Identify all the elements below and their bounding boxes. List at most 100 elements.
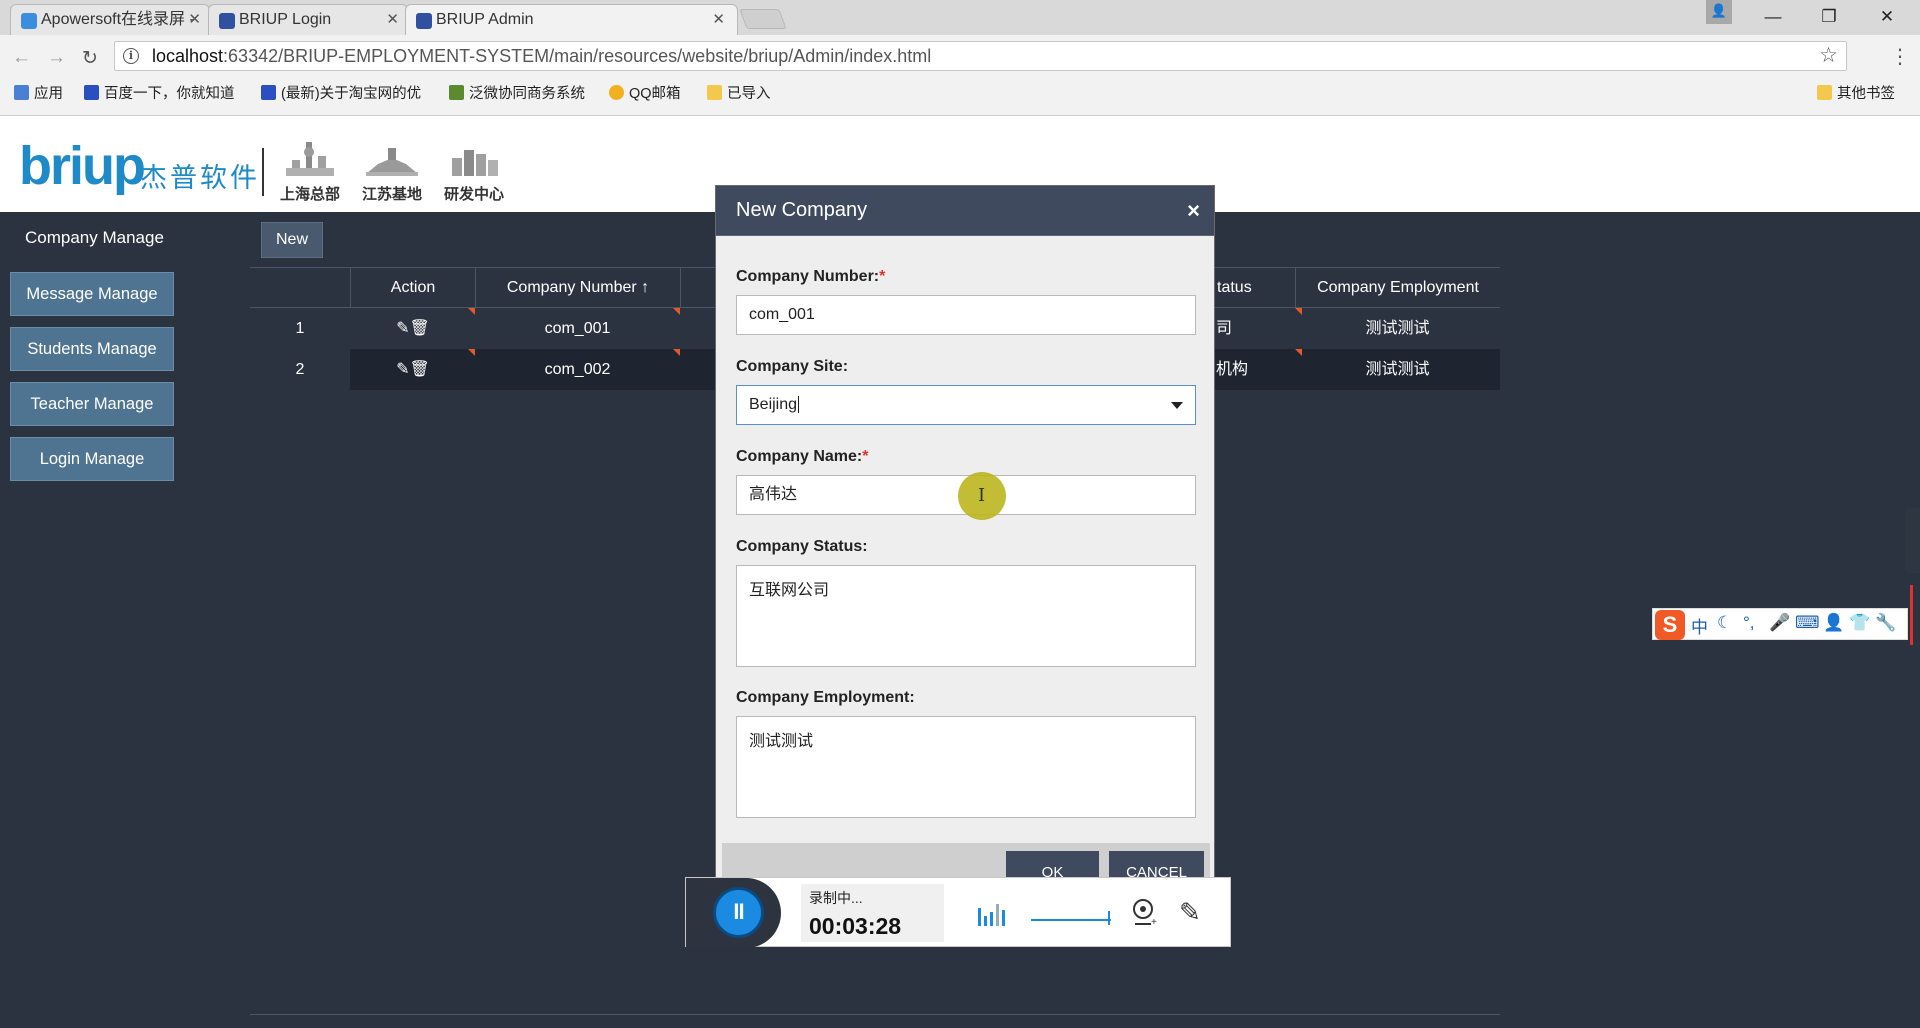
company-name-label: Company Name:*	[736, 448, 869, 465]
branch-shanghai: 上海总部	[272, 138, 348, 208]
row-company-status: 司	[1216, 320, 1233, 337]
edit-icon[interactable]: ✎	[396, 320, 409, 337]
browser-tab-apowersoft[interactable]: Apowersoft在线录屏 - ✕	[10, 4, 210, 35]
reload-icon[interactable]: ↻	[82, 47, 98, 70]
close-window-button[interactable]: ✕	[1864, 0, 1910, 34]
column-company-employment[interactable]: Company Employment	[1295, 268, 1500, 308]
address-bar[interactable]: i localhost:63342/BRIUP-EMPLOYMENT-SYSTE…	[114, 41, 1847, 71]
recorder-control-area: II	[686, 878, 781, 948]
briup-favicon-icon	[416, 13, 432, 29]
text-cursor-icon: I	[978, 485, 986, 506]
info-icon[interactable]: i	[123, 48, 139, 64]
branch-research: 研发中心	[436, 138, 512, 208]
row-company-number: com_001	[544, 320, 611, 337]
company-site-select[interactable]: Beijing	[736, 385, 1196, 425]
svg-text:+: +	[1151, 917, 1157, 927]
bookmark-qqmail[interactable]: QQ邮箱	[609, 82, 681, 103]
sidebar-item-message[interactable]: Message Manage	[10, 272, 174, 316]
logo-chinese-text: 杰普软件	[140, 163, 260, 193]
trash-icon[interactable]: 🗑	[410, 320, 430, 337]
microphone-icon[interactable]: 🎤	[1769, 613, 1790, 633]
tab-close-icon[interactable]: ✕	[188, 5, 201, 35]
recording-status: 录制中...	[809, 890, 863, 906]
user-profile-icon[interactable]: 👤	[1706, 0, 1732, 24]
back-arrow-icon[interactable]: ←	[12, 47, 31, 69]
webcam-icon[interactable]: +	[1129, 897, 1159, 927]
chevron-down-icon[interactable]	[1171, 402, 1183, 409]
punctuation-icon[interactable]: °,	[1743, 613, 1755, 633]
row-company-employment: 测试测试	[1365, 320, 1430, 337]
close-icon[interactable]: ×	[1187, 198, 1200, 224]
text-caret	[798, 396, 800, 413]
bookmark-apps[interactable]: 应用	[14, 82, 63, 103]
sidebar-item-teacher[interactable]: Teacher Manage	[10, 382, 174, 426]
research-skyline-icon	[452, 150, 498, 176]
ime-toolbar: S 中 ☾ °, 🎤 ⌨ 👤 👕 🔧	[1652, 608, 1908, 640]
user-icon[interactable]: 👤	[1823, 613, 1844, 633]
url-text[interactable]: localhost:63342/BRIUP-EMPLOYMENT-SYSTEM/…	[152, 46, 931, 67]
column-company-status[interactable]: tatus	[1210, 268, 1295, 308]
tab-close-icon[interactable]: ✕	[386, 5, 399, 35]
company-number-input[interactable]: com_001	[736, 295, 1196, 335]
keyboard-icon[interactable]: ⌨	[1795, 613, 1820, 633]
new-company-button[interactable]: New	[261, 222, 323, 258]
moon-icon[interactable]: ☾	[1717, 613, 1732, 633]
bookmark-weaver[interactable]: 泛微协同商务系统	[449, 82, 585, 103]
audio-level-icon[interactable]	[976, 898, 1006, 928]
tab-close-icon[interactable]: ✕	[712, 5, 725, 35]
sort-ascending-icon[interactable]: ↑	[641, 279, 649, 296]
bookmark-other[interactable]: 其他书签	[1817, 82, 1895, 103]
browser-tab-strip: Apowersoft在线录屏 - ✕ BRIUP Login ✕ BRIUP A…	[0, 0, 1920, 36]
pen-icon[interactable]: ✎	[1179, 897, 1201, 928]
bookmark-baidu[interactable]: 百度一下，你就知道	[84, 82, 235, 103]
row-index: 1	[295, 320, 305, 337]
sidebar-item-students[interactable]: Students Manage	[10, 327, 174, 371]
bookmark-imported[interactable]: 已导入	[707, 82, 771, 103]
apps-grid-icon	[14, 85, 29, 100]
briup-logo: briup	[19, 136, 146, 196]
volume-slider-end	[1108, 911, 1110, 925]
sidebar-item-login[interactable]: Login Manage	[10, 437, 174, 481]
wrench-icon[interactable]: 🔧	[1875, 613, 1896, 633]
content-bottom-line	[250, 1014, 1500, 1015]
restore-button[interactable]: ❐	[1806, 0, 1852, 34]
browser-tab-admin[interactable]: BRIUP Admin ✕	[405, 4, 738, 36]
column-action[interactable]: Action	[350, 268, 475, 308]
bookmark-taobao[interactable]: (最新)关于淘宝网的优	[261, 82, 421, 103]
company-number-label: Company Number:*	[736, 268, 886, 285]
ime-side-tab[interactable]	[1905, 508, 1920, 573]
row-index: 2	[295, 361, 305, 378]
edit-icon[interactable]: ✎	[396, 361, 409, 378]
company-employment-textarea[interactable]: 测试测试	[736, 716, 1196, 818]
dirty-marker	[673, 349, 680, 356]
baidu-paw-icon	[261, 85, 276, 100]
trash-icon[interactable]: 🗑	[410, 361, 430, 378]
column-company-number[interactable]: Company Number ↑	[475, 268, 680, 308]
apowersoft-favicon-icon	[21, 13, 37, 29]
company-status-textarea[interactable]: 互联网公司	[736, 565, 1196, 667]
company-status-label: Company Status:	[736, 538, 868, 555]
branch-jiangsu: 江苏基地	[354, 138, 430, 208]
folder-icon	[707, 85, 722, 100]
cube-icon	[449, 85, 464, 100]
row-company-status: 机构	[1216, 361, 1249, 378]
sogou-logo-icon[interactable]: S	[1655, 610, 1685, 640]
new-tab-button[interactable]	[739, 9, 787, 29]
bookmarks-bar: 应用 百度一下，你就知道 (最新)关于淘宝网的优 泛微协同商务系统 QQ邮箱 已…	[0, 78, 1920, 106]
browser-menu-icon[interactable]: ⋮	[1890, 44, 1910, 69]
bookmark-star-icon[interactable]: ☆	[1819, 43, 1838, 68]
shirt-icon[interactable]: 👕	[1849, 613, 1870, 633]
pause-button[interactable]: II	[713, 887, 764, 938]
dirty-marker	[468, 308, 475, 315]
ime-red-indicator	[1910, 585, 1913, 645]
forward-arrow-icon[interactable]: →	[47, 47, 66, 69]
minimize-button[interactable]: —	[1750, 0, 1796, 34]
sidebar-company-manage[interactable]: Company Manage	[25, 228, 164, 248]
recording-timer: 00:03:28	[809, 913, 902, 939]
qq-mail-icon	[609, 85, 624, 100]
ime-mode-chinese[interactable]: 中	[1691, 613, 1708, 638]
row-company-number: com_002	[544, 361, 611, 378]
volume-slider[interactable]	[1031, 919, 1111, 921]
browser-tab-login[interactable]: BRIUP Login ✕	[208, 4, 408, 35]
company-employment-label: Company Employment:	[736, 689, 915, 706]
